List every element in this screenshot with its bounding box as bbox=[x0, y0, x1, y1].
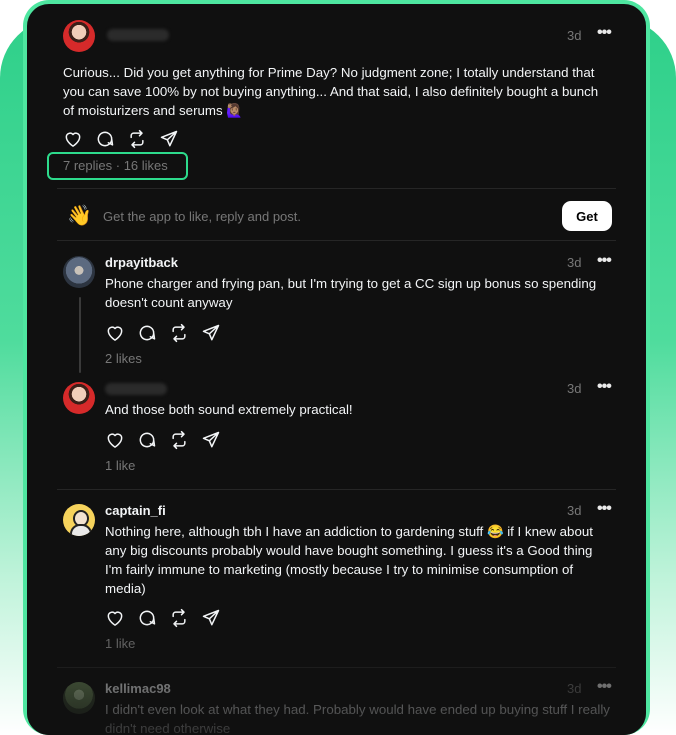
reply-time: 3d bbox=[567, 681, 582, 696]
heart-icon[interactable] bbox=[105, 323, 125, 343]
more-icon[interactable]: ••• bbox=[597, 252, 612, 270]
get-app-button[interactable]: Get bbox=[562, 201, 612, 231]
reply-username[interactable]: captain_fi bbox=[105, 503, 166, 518]
blurred-username bbox=[107, 29, 169, 41]
divider bbox=[57, 240, 616, 241]
blurred-username bbox=[105, 383, 167, 395]
repost-icon[interactable] bbox=[169, 608, 189, 628]
reply-username[interactable]: drpayitback bbox=[105, 255, 178, 270]
repost-icon[interactable] bbox=[127, 129, 147, 149]
reply-actions bbox=[105, 608, 221, 628]
reply-text: Nothing here, although tbh I have an add… bbox=[105, 524, 593, 596]
more-icon[interactable]: ••• bbox=[597, 378, 612, 396]
reply-actions bbox=[105, 430, 221, 450]
divider bbox=[57, 489, 616, 490]
reply-time: 3d bbox=[567, 503, 582, 518]
repost-icon[interactable] bbox=[169, 323, 189, 343]
heart-icon[interactable] bbox=[63, 129, 83, 149]
reply-username[interactable]: kellimac98 bbox=[105, 681, 171, 696]
post-time: 3d bbox=[567, 28, 582, 43]
reply-text: Phone charger and frying pan, but I'm tr… bbox=[105, 276, 597, 310]
comment-icon[interactable] bbox=[137, 608, 157, 628]
repost-icon[interactable] bbox=[169, 430, 189, 450]
waving-hand-icon: 👋 bbox=[67, 205, 92, 227]
post-actions bbox=[63, 129, 179, 149]
share-icon[interactable] bbox=[159, 129, 179, 149]
heart-icon[interactable] bbox=[105, 430, 125, 450]
avatar[interactable] bbox=[63, 504, 95, 536]
stats-highlight bbox=[47, 152, 188, 180]
thread-panel: 3d ••• Curious... Did you get anything f… bbox=[27, 4, 646, 735]
more-icon[interactable]: ••• bbox=[597, 24, 612, 42]
reply-actions bbox=[105, 323, 221, 343]
reply-text: And those both sound extremely practical… bbox=[105, 402, 353, 417]
avatar[interactable] bbox=[63, 256, 95, 288]
comment-icon[interactable] bbox=[137, 323, 157, 343]
share-icon[interactable] bbox=[201, 323, 221, 343]
comment-icon[interactable] bbox=[95, 129, 115, 149]
avatar[interactable] bbox=[63, 682, 95, 714]
avatar[interactable] bbox=[63, 382, 95, 414]
more-icon[interactable]: ••• bbox=[597, 678, 612, 696]
share-icon[interactable] bbox=[201, 430, 221, 450]
app-prompt-text: Get the app to like, reply and post. bbox=[103, 209, 302, 224]
comment-icon[interactable] bbox=[137, 430, 157, 450]
avatar[interactable] bbox=[63, 20, 95, 52]
reply-time: 3d bbox=[567, 381, 582, 396]
divider bbox=[57, 188, 616, 189]
reply-stats[interactable]: 1 like bbox=[105, 458, 135, 473]
reply-time: 3d bbox=[567, 255, 582, 270]
thread-line bbox=[79, 297, 81, 373]
reply-stats[interactable]: 2 likes bbox=[105, 351, 142, 366]
heart-icon[interactable] bbox=[105, 608, 125, 628]
reply-stats[interactable]: 1 like bbox=[105, 636, 135, 651]
divider bbox=[57, 667, 616, 668]
reply-text: I didn't even look at what they had. Pro… bbox=[105, 702, 610, 735]
post-text: Curious... Did you get anything for Prim… bbox=[63, 65, 599, 118]
share-icon[interactable] bbox=[201, 608, 221, 628]
more-icon[interactable]: ••• bbox=[597, 500, 612, 518]
